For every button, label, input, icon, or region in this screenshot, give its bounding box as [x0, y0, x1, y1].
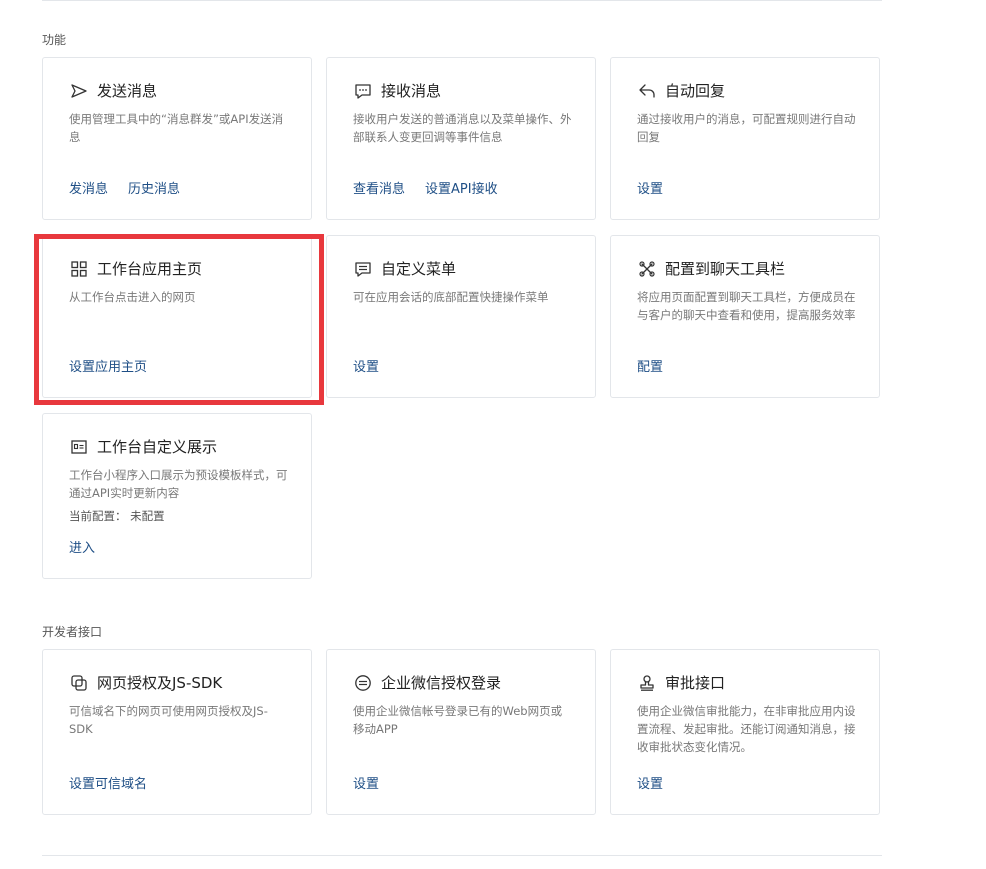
send-icon — [69, 81, 89, 101]
view-messages-link[interactable]: 查看消息 — [353, 178, 405, 197]
card-chat-toolbar: 配置到聊天工具栏 将应用页面配置到聊天工具栏，方便成员在与客户的聊天中查看和使用… — [610, 235, 880, 398]
card-title: 自定义菜单 — [381, 260, 457, 278]
approval-settings-link[interactable]: 设置 — [637, 773, 663, 792]
top-divider — [42, 0, 882, 1]
bottom-divider — [42, 855, 882, 856]
set-app-homepage-link[interactable]: 设置应用主页 — [69, 356, 147, 375]
auto-reply-settings-link[interactable]: 设置 — [637, 178, 663, 197]
card-title: 自动回复 — [665, 82, 726, 100]
card-web-auth: 网页授权及JS-SDK 可信域名下的网页可使用网页授权及JS-SDK 设置可信域… — [42, 649, 312, 815]
card-description: 使用管理工具中的“消息群发”或API发送消息 — [69, 112, 284, 144]
custom-menu-settings-link[interactable]: 设置 — [353, 356, 379, 375]
card-workbench-home: 工作台应用主页 从工作台点击进入的网页 设置应用主页 — [42, 235, 312, 398]
card-title: 审批接口 — [665, 674, 726, 692]
card-workbench-display: 工作台自定义展示 工作台小程序入口展示为预设模板样式，可通过API实时更新内容 … — [42, 413, 312, 579]
card-description: 使用企业微信帐号登录已有的Web网页或移动APP — [353, 704, 563, 736]
card-send-message: 发送消息 使用管理工具中的“消息群发”或API发送消息 发消息 历史消息 — [42, 57, 312, 220]
card-title: 配置到聊天工具栏 — [665, 260, 786, 278]
card-description: 工作台小程序入口展示为预设模板样式，可通过API实时更新内容 — [69, 468, 288, 500]
configure-toolbar-link[interactable]: 配置 — [637, 356, 663, 375]
stamp-icon — [637, 673, 657, 693]
card-description: 使用企业微信审批能力，在非审批应用内设置流程、发起审批。还能订阅通知消息，接收审… — [637, 704, 856, 754]
enter-link[interactable]: 进入 — [69, 537, 95, 556]
app-settings-page: 功能 发送消息 使用管理工具中的“消息群发”或API发送消息 发消息 历史消息 … — [0, 0, 986, 869]
card-title: 工作台自定义展示 — [97, 438, 218, 456]
card-description: 从工作台点击进入的网页 — [69, 290, 196, 304]
menu-icon — [353, 259, 373, 279]
card-description: 将应用页面配置到聊天工具栏，方便成员在与客户的聊天中查看和使用，提高服务效率 — [637, 290, 856, 322]
card-wecom-login: 企业微信授权登录 使用企业微信帐号登录已有的Web网页或移动APP 设置 — [326, 649, 596, 815]
set-api-receive-link[interactable]: 设置API接收 — [425, 178, 498, 197]
features-section-label: 功能 — [42, 33, 67, 47]
card-description: 可在应用会话的底部配置快捷操作菜单 — [353, 290, 549, 304]
card-custom-menu: 自定义菜单 可在应用会话的底部配置快捷操作菜单 设置 — [326, 235, 596, 398]
message-history-link[interactable]: 历史消息 — [128, 178, 180, 197]
reply-icon — [637, 81, 657, 101]
card-approval-api: 审批接口 使用企业微信审批能力，在非审批应用内设置流程、发起审批。还能订阅通知消… — [610, 649, 880, 815]
card-title: 接收消息 — [381, 82, 442, 100]
current-config-status: 当前配置： 未配置 — [69, 509, 165, 523]
send-message-link[interactable]: 发消息 — [69, 178, 108, 197]
card-receive-message: 接收消息 接收用户发送的普通消息以及菜单操作、外部联系人变更回调等事件信息 查看… — [326, 57, 596, 220]
card-title: 网页授权及JS-SDK — [97, 674, 223, 692]
set-trusted-domain-link[interactable]: 设置可信域名 — [69, 773, 147, 792]
message-icon — [353, 81, 373, 101]
developer-section-label: 开发者接口 — [42, 625, 103, 639]
login-icon — [353, 673, 373, 693]
card-title: 发送消息 — [97, 82, 158, 100]
card-auto-reply: 自动回复 通过接收用户的消息，可配置规则进行自动回复 设置 — [610, 57, 880, 220]
card-title: 工作台应用主页 — [97, 260, 203, 278]
toolbar-icon — [637, 259, 657, 279]
grid-icon — [69, 259, 89, 279]
card-title: 企业微信授权登录 — [381, 674, 502, 692]
display-icon — [69, 437, 89, 457]
card-description: 通过接收用户的消息，可配置规则进行自动回复 — [637, 112, 856, 144]
wecom-login-settings-link[interactable]: 设置 — [353, 773, 379, 792]
card-description: 接收用户发送的普通消息以及菜单操作、外部联系人变更回调等事件信息 — [353, 112, 572, 144]
copy-icon — [69, 673, 89, 693]
card-description: 可信域名下的网页可使用网页授权及JS-SDK — [69, 704, 268, 736]
